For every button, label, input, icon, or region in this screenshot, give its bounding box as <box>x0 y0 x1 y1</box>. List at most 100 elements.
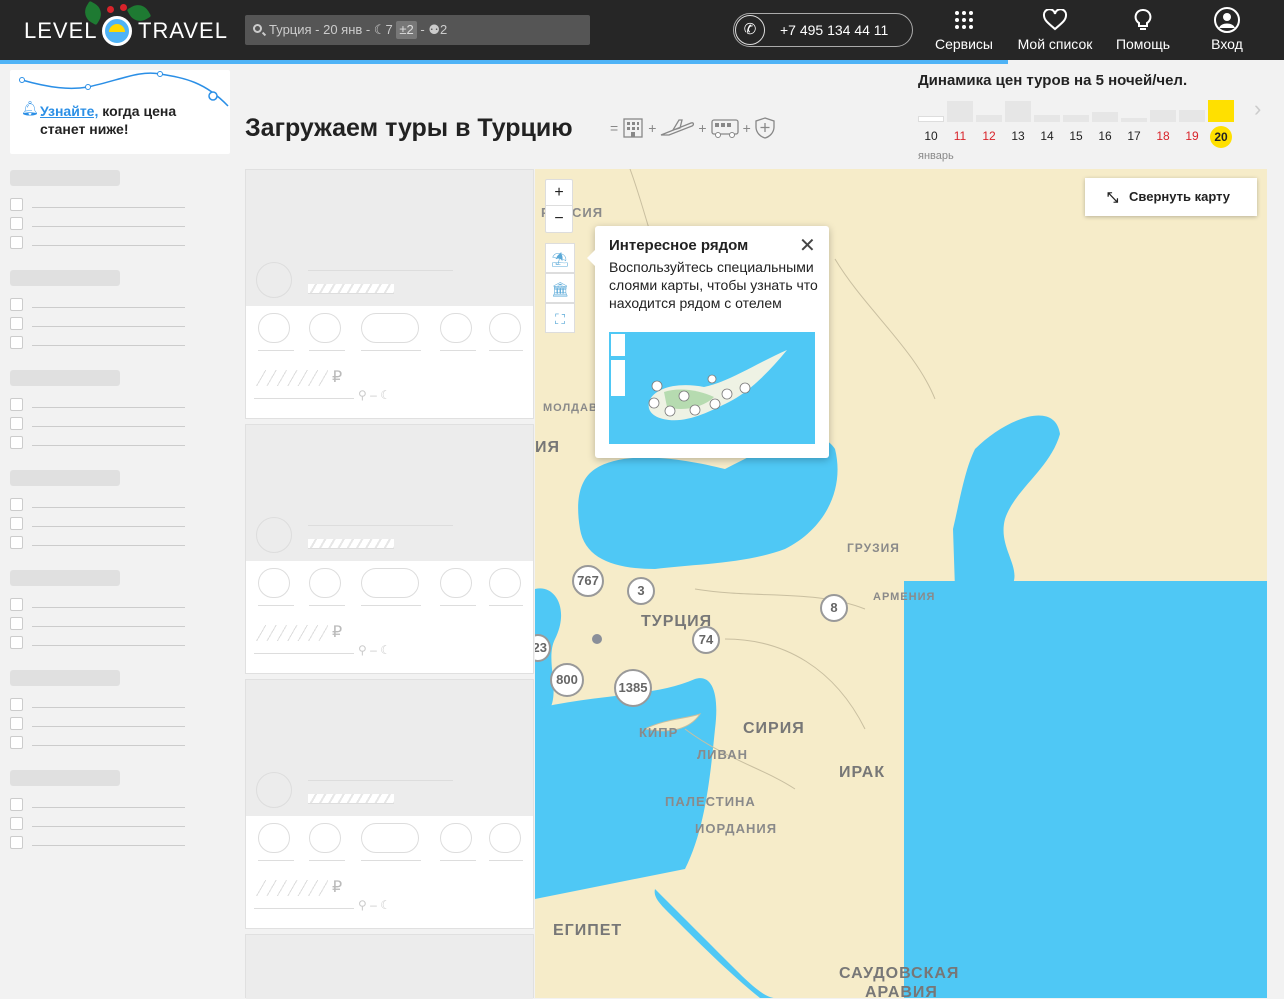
map-cluster[interactable]: 1385 <box>614 669 652 707</box>
divider <box>489 605 523 606</box>
filter-checkbox[interactable] <box>10 398 186 411</box>
collapse-arrows-icon: ⤡ <box>1107 189 1119 205</box>
option-pill <box>489 313 521 343</box>
filter-checkbox[interactable] <box>10 517 186 530</box>
option-pill <box>361 313 419 343</box>
price-bar-day-10[interactable] <box>918 116 944 122</box>
page-title: Загружаем туры в Турцию <box>245 114 573 142</box>
nav-login[interactable]: Вход <box>1200 6 1254 56</box>
day-label-15[interactable]: 15 <box>1063 129 1089 143</box>
close-icon[interactable]: ✕ <box>799 236 816 256</box>
price-alert-rest: когда цена <box>102 103 177 119</box>
price-bar-day-12[interactable] <box>976 115 1002 122</box>
map-label: ИОРДАНИЯ <box>695 821 778 836</box>
day-label-20[interactable]: 20 <box>1210 126 1232 148</box>
filter-checkbox[interactable] <box>10 298 186 311</box>
title-line-placeholder <box>308 525 453 526</box>
option-pill <box>309 823 341 853</box>
divider <box>309 350 345 351</box>
map-cluster[interactable]: 8 <box>820 594 848 622</box>
heart-icon <box>1012 6 1098 34</box>
filter-checkbox[interactable] <box>10 636 186 649</box>
filter-checkbox[interactable] <box>10 698 186 711</box>
filter-checkbox[interactable] <box>10 736 186 749</box>
price-bar-day-16[interactable] <box>1092 112 1118 122</box>
filter-checkbox[interactable] <box>10 817 186 830</box>
day-label-16[interactable]: 16 <box>1092 129 1118 143</box>
chevron-right-icon[interactable]: › <box>1254 96 1261 122</box>
map-cluster[interactable]: 74 <box>692 626 720 654</box>
stars-placeholder <box>308 794 394 804</box>
filter-checkbox[interactable] <box>10 317 186 330</box>
zoom-in-button[interactable]: + <box>546 180 572 206</box>
day-label-11[interactable]: 11 <box>947 129 973 143</box>
map-label: АРАВИЯ <box>865 984 938 998</box>
shield-icon <box>755 117 775 139</box>
collapse-map-button[interactable]: ⤡ Свернуть карту <box>1085 178 1257 216</box>
price-bar-day-15[interactable] <box>1063 115 1089 122</box>
day-label-17[interactable]: 17 <box>1121 129 1147 143</box>
filter-checkbox[interactable] <box>10 417 186 430</box>
day-label-19[interactable]: 19 <box>1179 129 1205 143</box>
phone-button[interactable]: ✆ +7 495 134 44 11 <box>733 13 913 47</box>
price-bar-day-13[interactable] <box>1005 101 1031 122</box>
nav-my-list[interactable]: Мой список <box>1012 6 1098 56</box>
search-icon <box>253 24 262 33</box>
filter-checkbox[interactable] <box>10 336 186 349</box>
map-label: АРМЕНИЯ <box>873 591 936 603</box>
price-bar-day-19[interactable] <box>1179 110 1205 122</box>
zoom-out-button[interactable]: − <box>546 206 572 232</box>
map-cluster[interactable]: 767 <box>572 565 604 597</box>
nav-services[interactable]: Сервисы <box>932 6 996 56</box>
layer-museum-icon[interactable]: 🏛︎ <box>545 273 575 303</box>
equals-sign: = <box>610 120 619 136</box>
day-label-10[interactable]: 10 <box>918 129 944 143</box>
phone-number: +7 495 134 44 11 <box>780 22 889 38</box>
map[interactable]: РОССИЯ МОЛДАВ ИЯ ГРУЗИЯ АРМЕНИЯ ТУРЦИЯ С… <box>535 169 1267 998</box>
day-label-12[interactable]: 12 <box>976 129 1002 143</box>
berry-icon <box>107 6 114 13</box>
day-label-13[interactable]: 13 <box>1005 129 1031 143</box>
option-pill <box>258 568 290 598</box>
map-cluster[interactable]: 3 <box>627 577 655 605</box>
price-bar-day-17[interactable] <box>1121 118 1147 122</box>
filter-checkbox[interactable] <box>10 436 186 449</box>
stars-placeholder <box>308 539 394 549</box>
popup-map-preview <box>609 332 815 444</box>
title-line-placeholder <box>308 270 453 271</box>
filter-checkbox[interactable] <box>10 798 186 811</box>
day-label-18[interactable]: 18 <box>1150 129 1176 143</box>
divider <box>254 908 354 909</box>
price-alert-link[interactable]: Узнайте, <box>40 103 98 119</box>
price-bar-day-14[interactable] <box>1034 115 1060 122</box>
filter-checkbox[interactable] <box>10 198 186 211</box>
filter-checkbox[interactable] <box>10 617 186 630</box>
filter-checkbox[interactable] <box>10 536 186 549</box>
price-bar-day-18[interactable] <box>1150 110 1176 122</box>
price-alert-text: Узнайте, когда цена станет ниже! <box>40 102 176 138</box>
search-sep: - <box>420 22 425 37</box>
price-alert-card[interactable]: 🔔︎ Узнайте, когда цена станет ниже! <box>10 70 230 154</box>
filter-checkbox[interactable] <box>10 598 186 611</box>
map-cluster[interactable]: 800 <box>550 663 584 697</box>
option-pill <box>440 823 472 853</box>
filter-checkbox[interactable] <box>10 717 186 730</box>
layer-beach-icon[interactable]: ⛱︎ <box>545 243 575 273</box>
day-label-14[interactable]: 14 <box>1034 129 1060 143</box>
search-nights-flex: ±2 <box>396 21 417 39</box>
map-marker[interactable] <box>592 634 602 644</box>
search-bar[interactable]: Турция - 20 янв - ☾7 ±2 - ⚉2 <box>245 15 590 45</box>
price-bar-day-11[interactable] <box>947 101 973 122</box>
filter-title-skeleton <box>10 370 120 386</box>
ruble-icon: ₽ <box>332 879 343 896</box>
option-pill <box>309 313 341 343</box>
layer-shop-icon[interactable]: ⛶ <box>545 303 575 333</box>
nav-help[interactable]: Помощь <box>1110 6 1176 56</box>
filter-checkbox[interactable] <box>10 498 186 511</box>
filter-checkbox[interactable] <box>10 217 186 230</box>
filter-checkbox[interactable] <box>10 836 186 849</box>
option-pill <box>309 568 341 598</box>
price-bar-day-20[interactable] <box>1208 100 1234 122</box>
map-label: ПАЛЕСТИНА <box>665 794 756 809</box>
filter-checkbox[interactable] <box>10 236 186 249</box>
